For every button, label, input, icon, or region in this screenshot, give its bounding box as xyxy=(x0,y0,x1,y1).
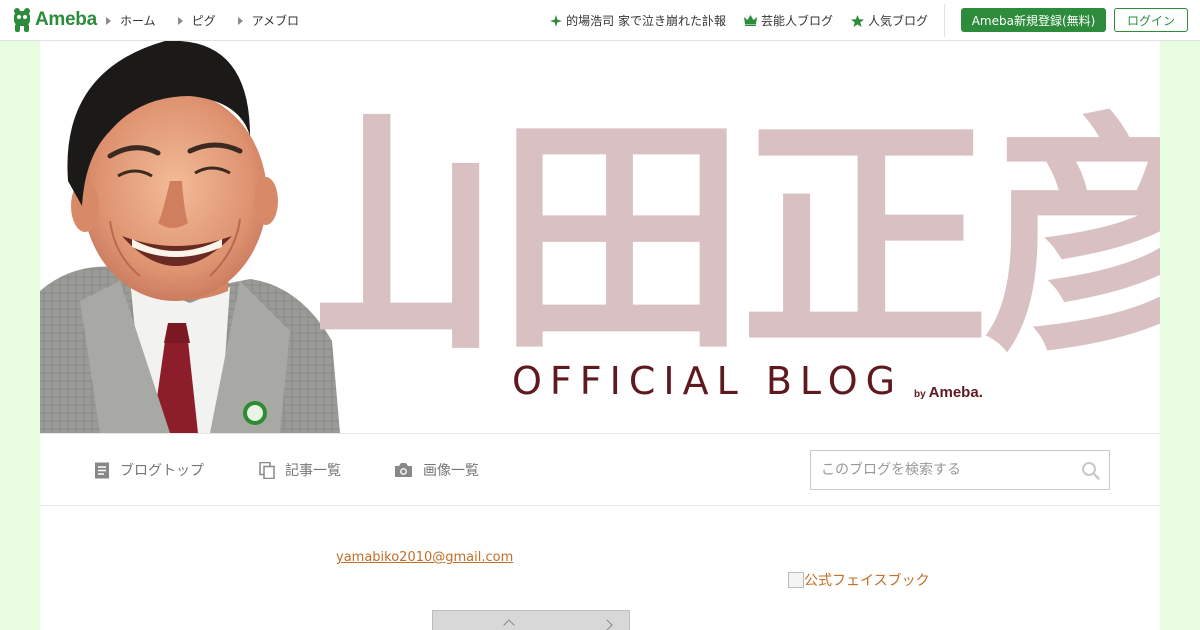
banner-by-ameba: by Ameba. xyxy=(914,384,983,401)
ameba-logo[interactable]: Ameba xyxy=(12,7,97,33)
author-portrait-image xyxy=(40,41,340,433)
popular-blog-label: 人気ブログ xyxy=(867,14,928,28)
triangle-right-icon xyxy=(237,16,243,25)
sparkle-icon xyxy=(550,14,563,27)
nav-home[interactable]: ホーム xyxy=(106,12,156,29)
blog-search-box xyxy=(810,450,1110,490)
crown-icon xyxy=(743,15,757,26)
celebrity-blog-link[interactable]: 芸能人ブログ xyxy=(743,12,833,29)
nav-pigg-label: ピグ xyxy=(191,14,216,28)
chevron-left-icon xyxy=(503,619,515,630)
header-links: 的場浩司 家で泣き崩れた訃報 芸能人ブログ 人気ブログ xyxy=(532,12,928,29)
register-button[interactable]: Ameba新規登録(無料) xyxy=(961,8,1106,32)
chevron-right-icon xyxy=(601,619,613,630)
blog-header-banner[interactable]: 山田正彦 OFFICIAL BLOG by Ameba. xyxy=(40,41,1160,433)
entry-list-link[interactable]: 記事一覧 xyxy=(259,460,341,480)
camera-icon xyxy=(395,463,412,477)
global-header: Ameba ホーム ピグ アメブロ 的場浩司 家で泣き崩れた訃報 芸能人ブログ … xyxy=(0,0,1200,41)
facebook-image-link[interactable]: 公式フェイスブック xyxy=(788,570,930,590)
global-nav: ホーム ピグ アメブロ xyxy=(106,12,321,29)
copy-icon xyxy=(259,461,275,479)
nav-ameblo-label: アメブロ xyxy=(251,14,300,28)
blog-search-input[interactable] xyxy=(811,451,1109,489)
widget-box[interactable] xyxy=(432,610,630,630)
document-icon xyxy=(95,462,109,478)
logo-text: Ameba xyxy=(35,9,97,30)
broken-image-icon xyxy=(788,572,804,588)
trending-news-link[interactable]: 的場浩司 家で泣き崩れた訃報 xyxy=(550,12,726,29)
banner-title-calligraphy: 山田正彦 xyxy=(320,90,1160,384)
image-list-link[interactable]: 画像一覧 xyxy=(394,460,479,480)
search-icon[interactable] xyxy=(1081,461,1100,480)
blog-content: yamabiko2010@gmail.com 公式フェイスブック xyxy=(40,506,1160,630)
login-button[interactable]: ログイン xyxy=(1114,8,1188,32)
ameba-mascot-icon xyxy=(14,8,30,32)
blog-nav: ブログトップ 記事一覧 画像一覧 xyxy=(40,433,1160,506)
contact-email-link[interactable]: yamabiko2010@gmail.com xyxy=(336,550,513,565)
entry-list-label: 記事一覧 xyxy=(285,463,341,479)
nav-pigg[interactable]: ピグ xyxy=(177,12,216,29)
star-icon xyxy=(850,14,864,27)
blog-top-link[interactable]: ブログトップ xyxy=(94,460,204,480)
header-divider xyxy=(944,4,945,37)
facebook-link-label: 公式フェイスブック xyxy=(804,573,930,589)
nav-ameblo[interactable]: アメブロ xyxy=(237,12,300,29)
trending-news-label: 的場浩司 家で泣き崩れた訃報 xyxy=(566,14,726,28)
banner-official-blog-text: OFFICIAL BLOG xyxy=(512,359,904,403)
triangle-right-icon xyxy=(106,16,111,25)
image-list-label: 画像一覧 xyxy=(423,463,479,479)
nav-home-label: ホーム xyxy=(120,14,156,28)
popular-blog-link[interactable]: 人気ブログ xyxy=(850,12,928,29)
banner-brand-text: Ameba. xyxy=(928,384,983,401)
triangle-right-icon xyxy=(177,16,183,25)
blog-top-label: ブログトップ xyxy=(120,463,204,479)
banner-title-kanji: 山田正彦 xyxy=(320,90,1160,384)
celebrity-blog-label: 芸能人ブログ xyxy=(760,14,833,28)
banner-by-text: by xyxy=(914,389,926,400)
